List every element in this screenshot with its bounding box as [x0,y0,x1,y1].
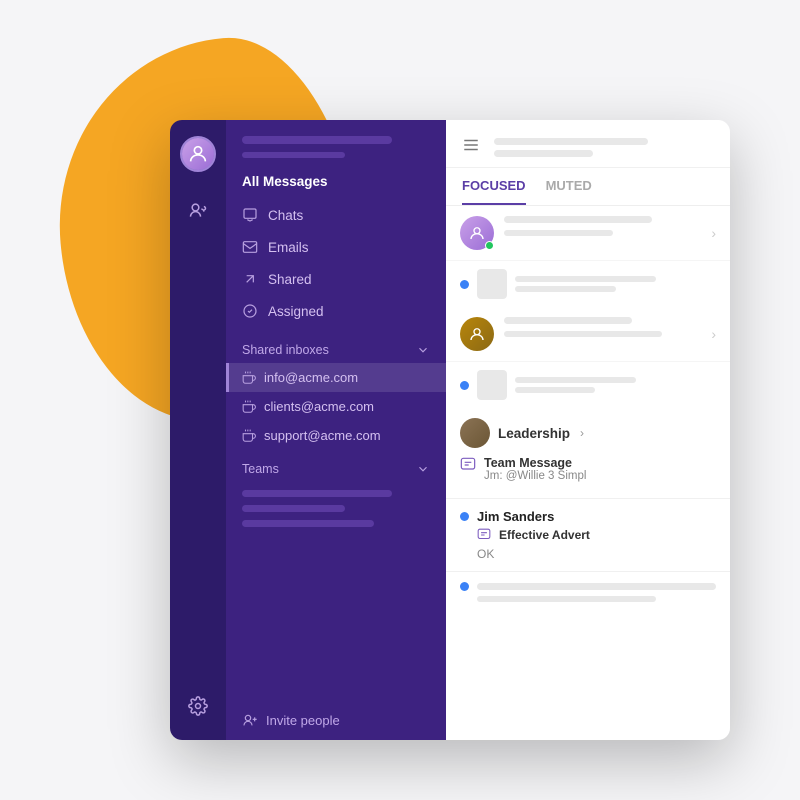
sidebar-nav: Chats Emails Shared [226,195,446,331]
conv-avatar-1 [460,216,494,250]
inbox-info-label: info@acme.com [264,370,358,385]
leadership-header: Leadership › [460,418,716,448]
team-message-preview: Jm: @Willie 3 Simpl [484,470,716,482]
conv-bar-preview-4 [515,387,595,393]
leadership-title: Leadership [498,426,570,441]
teams-label: Teams [242,462,279,476]
conv-content-3 [504,317,701,337]
conv-bar-name-3 [504,317,632,324]
jim-name: Jim Sanders [477,509,554,524]
team-bar-2 [242,505,345,512]
sidebar-header [226,120,446,166]
team-message-item[interactable]: Team Message Jm: @Willie 3 Simpl [460,456,716,482]
conv-content-4 [515,377,716,393]
jim-header: Jim Sanders [460,509,716,524]
sidebar-item-chats[interactable]: Chats [226,199,446,231]
tab-focused[interactable]: FOCUSED [462,168,526,205]
conv-arrow-3: › [711,326,716,342]
conv-avatar-3 [460,317,494,351]
bottom-dot-1 [460,582,469,591]
online-dot-1 [485,241,494,250]
sidebar: All Messages Chats Emails [226,120,446,740]
app-window: All Messages Chats Emails [170,120,730,740]
bottom-bar-1 [477,583,716,590]
leadership-arrow: › [580,426,584,440]
bottom-bar-2 [477,596,656,602]
sidebar-item-shared[interactable]: Shared [226,263,446,295]
teams-section-header[interactable]: Teams [226,450,446,482]
shared-inboxes-label: Shared inboxes [242,343,329,357]
tab-muted[interactable]: MUTED [546,168,592,205]
inbox-clients-label: clients@acme.com [264,399,374,414]
conv-bar-name-2 [515,276,656,282]
header-bar-2 [494,150,593,157]
jim-sanders-section[interactable]: Jim Sanders Effective Advert OK [446,499,730,572]
team-message-text: Team Message Jm: @Willie 3 Simpl [484,456,716,482]
team-message-title: Team Message [484,456,716,470]
unread-dot-4 [460,381,469,390]
sidebar-search-bar-sm [242,152,345,158]
conversation-item-2[interactable] [446,261,730,307]
sidebar-item-shared-label: Shared [268,272,312,287]
team-message-icon [460,457,476,473]
conversation-item-4[interactable] [446,362,730,408]
all-messages-label[interactable]: All Messages [226,166,446,195]
main-panel: FOCUSED MUTED [446,120,730,740]
icon-bar [170,120,226,740]
conv-bar-name-4 [515,377,636,383]
shared-inboxes-header[interactable]: Shared inboxes [226,331,446,363]
leadership-section[interactable]: Leadership › Team Message Jm: @Willie 3 … [446,408,730,499]
team-bar-1 [242,490,392,497]
teams-list [226,482,446,535]
jim-message-rest: Advert [549,528,590,542]
conv-icon-4 [477,370,507,400]
conv-bar-preview-3 [504,331,662,337]
sidebar-item-emails[interactable]: Emails [226,231,446,263]
jim-content: Effective Advert [460,528,716,547]
inbox-item-support[interactable]: support@acme.com [226,421,446,450]
invite-people-button[interactable]: Invite people [242,712,430,728]
settings-icon[interactable] [180,688,216,724]
contacts-icon[interactable] [180,192,216,228]
sidebar-item-assigned[interactable]: Assigned [226,295,446,327]
conv-content-1 [504,216,701,236]
conv-bar-preview-1 [504,230,613,236]
jim-unread-dot [460,512,469,521]
jim-ok: OK [460,547,716,561]
leadership-avatar [460,418,490,448]
conv-bar-preview-2 [515,286,616,292]
conversation-item-3[interactable]: › [446,307,730,362]
unread-dot-2 [460,280,469,289]
user-avatar[interactable] [180,136,216,172]
bottom-dot-row-1 [460,582,716,591]
conversation-item-1[interactable]: › [446,206,730,261]
main-header [446,120,730,168]
inbox-item-clients[interactable]: clients@acme.com [226,392,446,421]
sidebar-search-bar [242,136,392,144]
jim-message-icon [477,528,491,547]
jim-message-bold: Effective [499,528,549,542]
inbox-item-info[interactable]: info@acme.com [226,363,446,392]
invite-people-label: Invite people [266,713,340,728]
sidebar-item-emails-label: Emails [268,240,309,255]
tabs-row: FOCUSED MUTED [446,168,730,206]
header-bars [494,138,714,157]
conv-content-2 [515,276,716,292]
sidebar-item-assigned-label: Assigned [268,304,324,319]
jim-message-text: Effective Advert [499,528,590,542]
conversation-list: › [446,206,730,740]
conv-icon-2 [477,269,507,299]
bottom-bars [446,572,730,612]
conv-avatar-img-3 [460,317,494,351]
conv-bar-name-1 [504,216,652,223]
inbox-support-label: support@acme.com [264,428,381,443]
sidebar-item-chats-label: Chats [268,208,303,223]
team-bar-3 [242,520,374,527]
conv-arrow-1: › [711,225,716,241]
hamburger-icon[interactable] [462,136,480,159]
header-bar-1 [494,138,648,145]
sidebar-footer: Invite people [226,700,446,740]
